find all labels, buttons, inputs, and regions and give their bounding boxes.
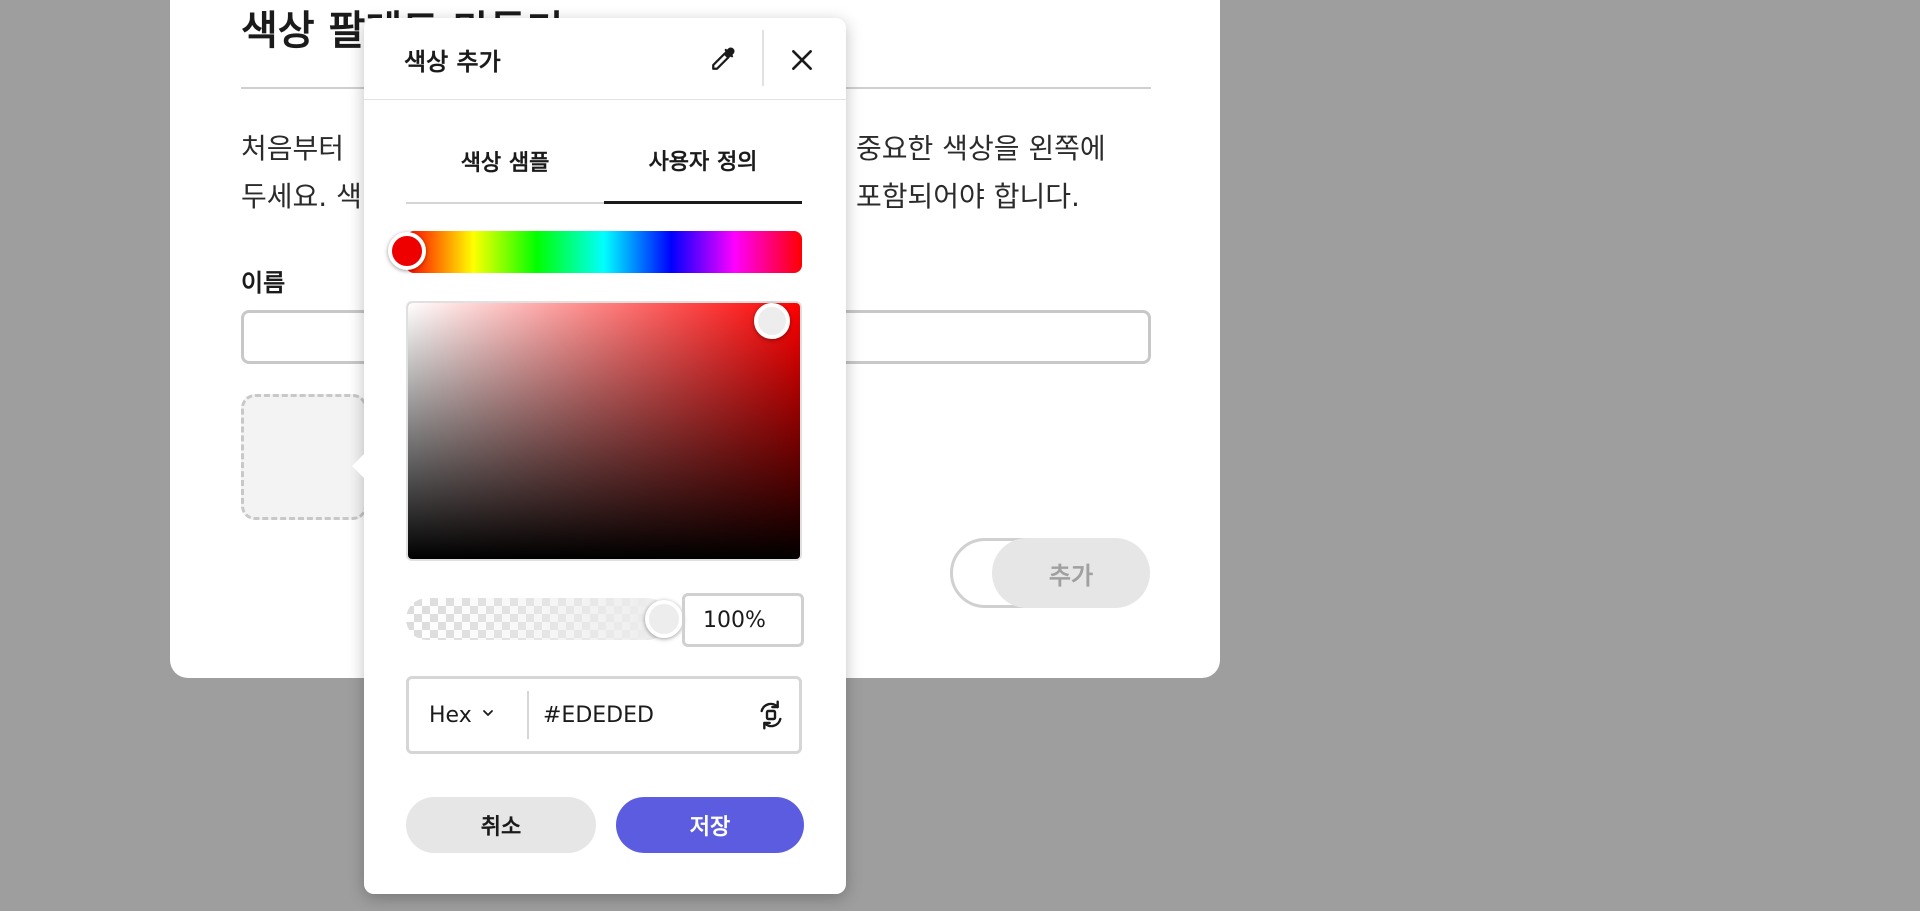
palette-add-button[interactable]: 추가	[992, 538, 1150, 608]
popover-header: 색상 추가	[364, 18, 846, 100]
color-value-field: Hex #EDEDED	[406, 676, 802, 754]
hex-separator	[527, 691, 529, 739]
palette-description-right: 중요한 색상을 왼쪽에 포함되어야 합니다.	[856, 132, 1106, 213]
opacity-gradient	[406, 598, 668, 640]
eyedropper-icon[interactable]	[702, 40, 742, 80]
hue-slider-handle[interactable]	[388, 232, 426, 270]
tab-color-samples[interactable]: 색상 샘플	[406, 118, 604, 204]
sv-black-layer	[408, 303, 800, 559]
saturation-value-handle[interactable]	[754, 303, 790, 339]
name-label: 이름	[241, 269, 286, 297]
header-separator	[762, 30, 764, 86]
popover-arrow	[352, 454, 364, 478]
opacity-input[interactable]: 100%	[682, 593, 804, 647]
popover-title: 색상 추가	[404, 48, 501, 76]
opacity-slider-handle[interactable]	[645, 600, 683, 638]
saturation-value-area[interactable]	[406, 301, 802, 561]
color-format-label: Hex	[429, 702, 472, 728]
picker-save-button[interactable]: 저장	[616, 797, 804, 853]
color-picker-popover: 색상 추가 색상 샘플 사용자 정의 100% Hex #EDEDED 취소 저…	[352, 18, 846, 894]
hue-slider[interactable]	[406, 231, 802, 273]
opacity-slider[interactable]	[406, 598, 668, 640]
chevron-down-icon	[482, 707, 494, 723]
picker-cancel-button[interactable]: 취소	[406, 797, 596, 853]
tab-custom[interactable]: 사용자 정의	[604, 118, 802, 204]
color-swatch-slot[interactable]	[241, 394, 367, 520]
color-format-dropdown[interactable]: Hex	[429, 679, 494, 751]
hex-input[interactable]: #EDEDED	[543, 679, 654, 751]
palette-description-left: 처음부터 두세요. 색	[241, 132, 362, 213]
convert-icon[interactable]	[753, 697, 789, 733]
close-icon[interactable]	[782, 40, 822, 80]
picker-tabs: 색상 샘플 사용자 정의	[406, 118, 802, 204]
